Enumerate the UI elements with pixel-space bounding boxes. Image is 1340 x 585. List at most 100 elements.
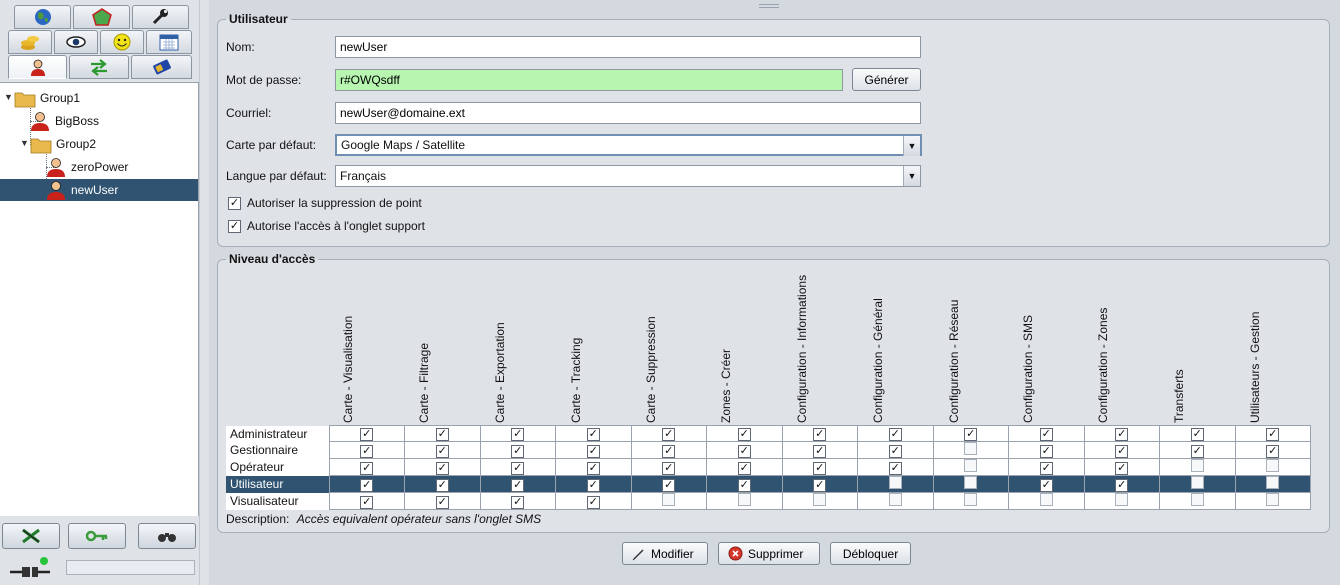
checkbox-unchecked[interactable] bbox=[1266, 459, 1280, 472]
checkbox-checked[interactable]: ✓ bbox=[360, 495, 374, 509]
access-row[interactable]: Utilisateur ✓ ✓ ✓ ✓ ✓ ✓ ✓ ✓ ✓ bbox=[226, 475, 1311, 493]
tree-group1[interactable]: Group1 bbox=[14, 87, 80, 109]
checkbox-checked[interactable]: ✓ bbox=[435, 478, 449, 492]
checkbox-unchecked[interactable] bbox=[737, 493, 751, 506]
checkbox-checked[interactable]: ✓ bbox=[586, 444, 600, 458]
checkbox-unchecked[interactable] bbox=[1190, 493, 1204, 506]
checkbox-checked[interactable]: ✓ bbox=[888, 461, 902, 475]
checkbox-checked[interactable]: ✓ bbox=[1039, 461, 1053, 475]
checkbox-checked[interactable]: ✓ bbox=[662, 478, 676, 492]
split-pane-divider[interactable] bbox=[199, 0, 209, 585]
chevron-down-icon[interactable]: ▼ bbox=[903, 136, 920, 156]
checkbox-unchecked[interactable] bbox=[1115, 493, 1129, 506]
checkbox-checked[interactable]: ✓ bbox=[435, 444, 449, 458]
checkbox-checked[interactable]: ✓ bbox=[813, 428, 827, 441]
checkbox-checked[interactable]: ✓ bbox=[662, 461, 676, 475]
zones-tab[interactable] bbox=[73, 5, 130, 29]
checkbox-checked[interactable]: ✓ bbox=[1039, 444, 1053, 458]
checkbox-checked[interactable]: ✓ bbox=[662, 428, 676, 441]
checkbox-checked[interactable]: ✓ bbox=[1115, 478, 1129, 492]
collapse-icon[interactable]: ▼ bbox=[4, 92, 13, 102]
checkbox-checked[interactable]: ✓ bbox=[1039, 478, 1053, 492]
checkbox-checked[interactable]: ✓ bbox=[737, 478, 751, 492]
checkbox-checked[interactable]: ✓ bbox=[1115, 461, 1129, 475]
checkbox-checked[interactable]: ✓ bbox=[360, 478, 374, 492]
checkbox-unchecked[interactable] bbox=[1266, 493, 1280, 506]
checkbox-checked[interactable]: ✓ bbox=[813, 444, 827, 458]
checkbox-unchecked[interactable] bbox=[964, 493, 978, 506]
checkbox-checked[interactable]: ✓ bbox=[228, 196, 241, 210]
allow-support-tab-checkbox[interactable]: ✓ Autorise l'accès à l'onglet support bbox=[228, 219, 425, 233]
checkbox-checked[interactable]: ✓ bbox=[888, 444, 902, 458]
generate-button[interactable]: Générer bbox=[852, 68, 921, 91]
access-row[interactable]: Opérateur ✓ ✓ ✓ ✓ ✓ ✓ ✓ ✓ ✓ ✓ bbox=[226, 458, 1311, 476]
view-tab[interactable] bbox=[54, 30, 98, 54]
collapse-icon[interactable]: ▼ bbox=[20, 138, 29, 148]
checkbox-checked[interactable]: ✓ bbox=[737, 461, 751, 475]
users-tab[interactable] bbox=[8, 55, 67, 79]
checkbox-checked[interactable]: ✓ bbox=[360, 444, 374, 458]
status-tab[interactable] bbox=[100, 30, 144, 54]
checkbox-unchecked[interactable] bbox=[964, 459, 978, 472]
checkbox-checked[interactable]: ✓ bbox=[964, 428, 978, 441]
checkbox-unchecked[interactable] bbox=[1039, 493, 1053, 506]
tree-zeropower[interactable]: zeroPower bbox=[45, 156, 128, 178]
checkbox-unchecked[interactable] bbox=[1190, 476, 1204, 489]
tree-bigboss[interactable]: BigBoss bbox=[29, 110, 99, 132]
access-row[interactable]: Administrateur ✓ ✓ ✓ ✓ ✓ ✓ ✓ ✓ ✓ ✓ ✓ ✓ ✓ bbox=[226, 425, 1311, 442]
password-input[interactable] bbox=[335, 69, 843, 91]
checkbox-unchecked[interactable] bbox=[964, 476, 978, 489]
allow-point-deletion-checkbox[interactable]: ✓ Autoriser la suppression de point bbox=[228, 196, 422, 210]
default-map-select[interactable]: Google Maps / Satellite ▼ bbox=[335, 134, 922, 156]
delete-button[interactable]: Supprimer bbox=[718, 542, 820, 565]
checkbox-checked[interactable]: ✓ bbox=[511, 478, 525, 492]
billing-tab[interactable] bbox=[8, 30, 52, 54]
checkbox-checked[interactable]: ✓ bbox=[813, 461, 827, 475]
panel-grip[interactable] bbox=[759, 4, 779, 8]
default-language-select[interactable]: Français ▼ bbox=[335, 165, 921, 187]
access-row[interactable]: Gestionnaire ✓ ✓ ✓ ✓ ✓ ✓ ✓ ✓ ✓ ✓ ✓ ✓ bbox=[226, 441, 1311, 459]
checkbox-unchecked[interactable] bbox=[1190, 459, 1204, 472]
checkbox-checked[interactable]: ✓ bbox=[1266, 444, 1280, 458]
checkbox-checked[interactable]: ✓ bbox=[813, 478, 827, 492]
checkbox-checked[interactable]: ✓ bbox=[228, 219, 241, 233]
search-button[interactable] bbox=[138, 523, 196, 549]
checkbox-unchecked[interactable] bbox=[813, 493, 827, 506]
transfers-tab[interactable] bbox=[69, 55, 129, 79]
checkbox-checked[interactable]: ✓ bbox=[511, 461, 525, 475]
unlock-button[interactable]: Débloquer bbox=[830, 542, 911, 565]
checkbox-checked[interactable]: ✓ bbox=[435, 461, 449, 475]
sim-tab[interactable] bbox=[131, 55, 192, 79]
name-input[interactable] bbox=[335, 36, 921, 58]
checkbox-checked[interactable]: ✓ bbox=[586, 478, 600, 492]
modify-button[interactable]: Modifier bbox=[622, 542, 708, 565]
access-row[interactable]: Visualisateur ✓ ✓ ✓ ✓ bbox=[226, 492, 1311, 510]
checkbox-checked[interactable]: ✓ bbox=[586, 428, 600, 441]
checkbox-checked[interactable]: ✓ bbox=[435, 495, 449, 509]
checkbox-checked[interactable]: ✓ bbox=[1039, 428, 1053, 441]
checkbox-checked[interactable]: ✓ bbox=[360, 428, 374, 441]
checkbox-checked[interactable]: ✓ bbox=[1190, 428, 1204, 441]
checkbox-unchecked[interactable] bbox=[662, 493, 676, 506]
calendar-tab[interactable] bbox=[146, 30, 192, 54]
checkbox-checked[interactable]: ✓ bbox=[1266, 428, 1280, 441]
checkbox-unchecked[interactable] bbox=[888, 493, 902, 506]
chevron-down-icon[interactable]: ▼ bbox=[903, 166, 920, 186]
key-button[interactable] bbox=[68, 523, 126, 549]
config-tab[interactable] bbox=[132, 5, 189, 29]
checkbox-unchecked[interactable] bbox=[1266, 476, 1280, 489]
checkbox-unchecked[interactable] bbox=[888, 476, 902, 489]
checkbox-checked[interactable]: ✓ bbox=[1190, 444, 1204, 458]
checkbox-checked[interactable]: ✓ bbox=[511, 444, 525, 458]
checkbox-checked[interactable]: ✓ bbox=[511, 428, 525, 441]
checkbox-checked[interactable]: ✓ bbox=[737, 444, 751, 458]
checkbox-checked[interactable]: ✓ bbox=[586, 495, 600, 509]
checkbox-unchecked[interactable] bbox=[964, 442, 978, 455]
globe-tab[interactable] bbox=[14, 5, 71, 29]
checkbox-checked[interactable]: ✓ bbox=[1115, 428, 1129, 441]
tree-group2[interactable]: Group2 bbox=[30, 133, 96, 155]
checkbox-checked[interactable]: ✓ bbox=[586, 461, 600, 475]
email-input[interactable] bbox=[335, 102, 921, 124]
checkbox-checked[interactable]: ✓ bbox=[737, 428, 751, 441]
disconnect-button[interactable] bbox=[2, 523, 60, 549]
